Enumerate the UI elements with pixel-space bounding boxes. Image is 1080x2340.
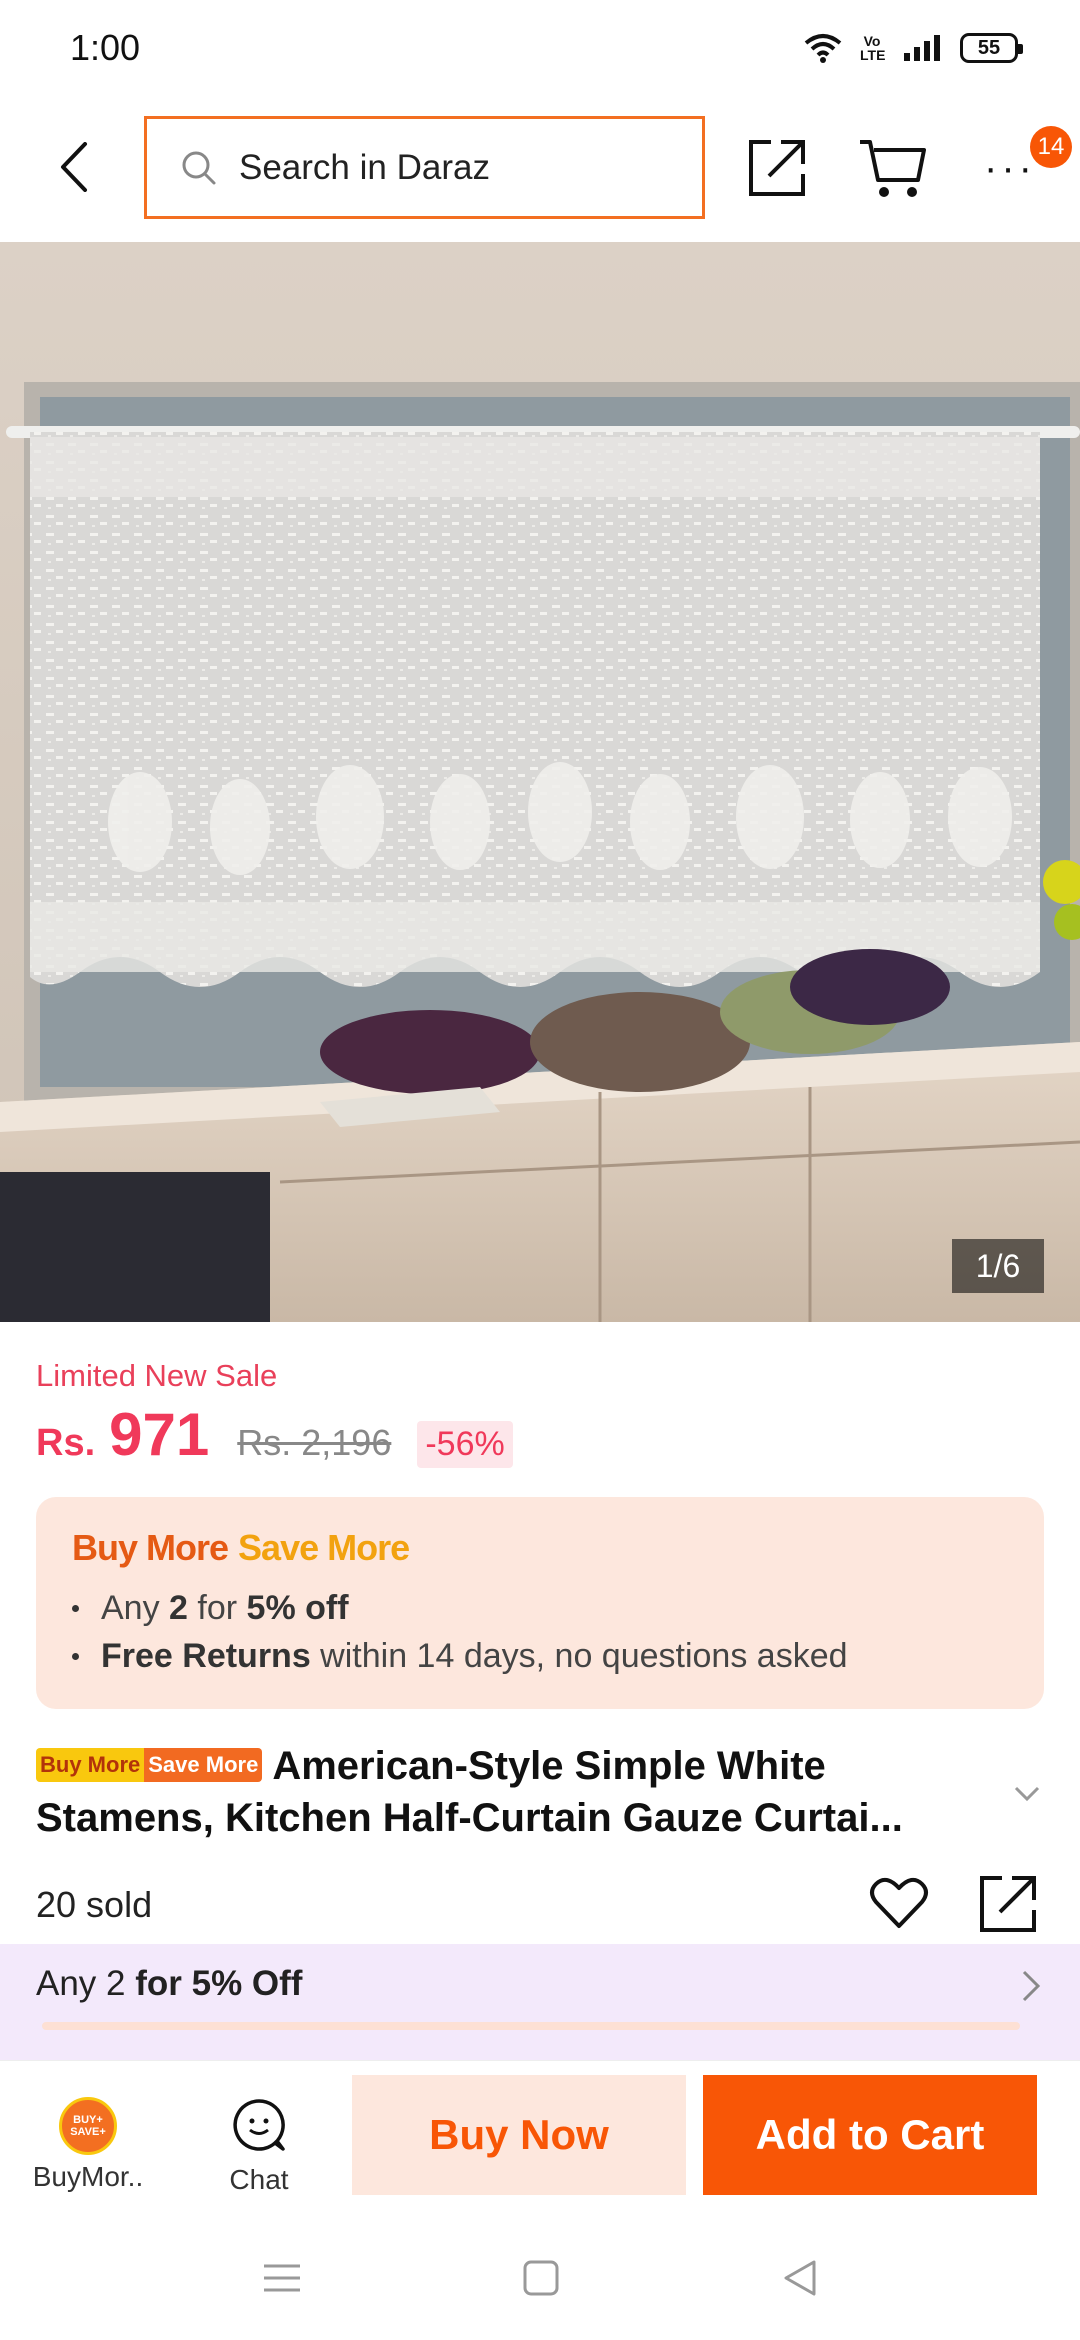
- chevron-down-icon[interactable]: [1012, 1778, 1042, 1808]
- buy-more-label: BuyMor..: [32, 2161, 144, 2192]
- status-bar: 1:00 Vo LTE 55: [0, 0, 1080, 96]
- chat-icon: [233, 2099, 285, 2151]
- battery-icon: 55: [960, 33, 1023, 63]
- heart-icon[interactable]: [868, 1872, 930, 1934]
- volte-icon: Vo LTE: [860, 33, 886, 63]
- search-icon: [182, 151, 216, 184]
- curtain-illustration: [0, 242, 1080, 1322]
- discount-badge: -56%: [417, 1421, 513, 1468]
- promo-line-1: Any 2 for 5% off: [72, 1589, 349, 1628]
- chat-button[interactable]: Chat: [204, 2097, 314, 2197]
- buy-more-save-more-logo: Buy More Save More: [72, 1527, 410, 1568]
- image-counter: 1/6: [952, 1239, 1044, 1293]
- sold-count: 20 sold: [36, 1884, 153, 1925]
- signal-icon: [904, 35, 940, 61]
- status-time: 1:00: [70, 27, 141, 68]
- offer-text: Any 2 for 5% Off: [36, 1964, 303, 2003]
- back-button[interactable]: [44, 134, 104, 200]
- search-input[interactable]: Search in Daraz: [144, 116, 705, 219]
- search-placeholder: Search in Daraz: [239, 147, 490, 187]
- recent-apps-icon[interactable]: [262, 2258, 302, 2298]
- system-back-icon[interactable]: [780, 2258, 820, 2298]
- offer-strip[interactable]: Any 2 for 5% Off: [0, 1944, 1080, 2060]
- original-price: Rs. 2,196: [237, 1422, 392, 1463]
- price-currency: Rs.: [36, 1422, 96, 1464]
- promo-line-2: Free Returns within 14 days, no question…: [72, 1637, 848, 1676]
- cart-badge: 14: [1030, 126, 1072, 168]
- bottom-action-bar: BUY+ SAVE+ BuyMor.. Chat Buy Now Add to …: [0, 2060, 1080, 2220]
- price-row: Rs. 971 Rs. 2,196 -56%: [36, 1400, 513, 1480]
- battery-level: 55: [977, 36, 1001, 59]
- status-icons: Vo LTE 55: [804, 33, 1023, 63]
- buy-more-icon: BUY+ SAVE+: [59, 2097, 117, 2155]
- cart-icon[interactable]: [858, 134, 928, 200]
- buy-now-button[interactable]: Buy Now: [352, 2075, 686, 2195]
- sale-label: Limited New Sale: [36, 1358, 278, 1393]
- share-icon[interactable]: [978, 1874, 1038, 1934]
- home-icon[interactable]: [521, 2258, 561, 2298]
- product-title[interactable]: Buy More Save More American-Style Simple W…: [36, 1740, 1006, 1844]
- buy-more-save-more-tag: Buy More Save More: [36, 1748, 263, 1783]
- back-arrow-icon: [61, 142, 87, 192]
- offer-progress-bar: [42, 2022, 1020, 2030]
- current-price: 971: [109, 1401, 210, 1468]
- wifi-icon: [804, 34, 842, 63]
- promo-box[interactable]: Buy More Save More Any 2 for 5% off Free …: [36, 1497, 1044, 1709]
- system-nav-bar: [0, 2220, 1080, 2340]
- share-icon[interactable]: [745, 136, 809, 200]
- chat-label: Chat: [229, 2164, 289, 2195]
- add-to-cart-button[interactable]: Add to Cart: [703, 2075, 1037, 2195]
- chevron-right-icon: [1022, 1970, 1041, 2002]
- buy-more-button[interactable]: BUY+ SAVE+ BuyMor..: [20, 2097, 156, 2197]
- product-image[interactable]: 1/6: [0, 242, 1080, 1322]
- top-nav: Search in Daraz ··· 14: [0, 96, 1080, 242]
